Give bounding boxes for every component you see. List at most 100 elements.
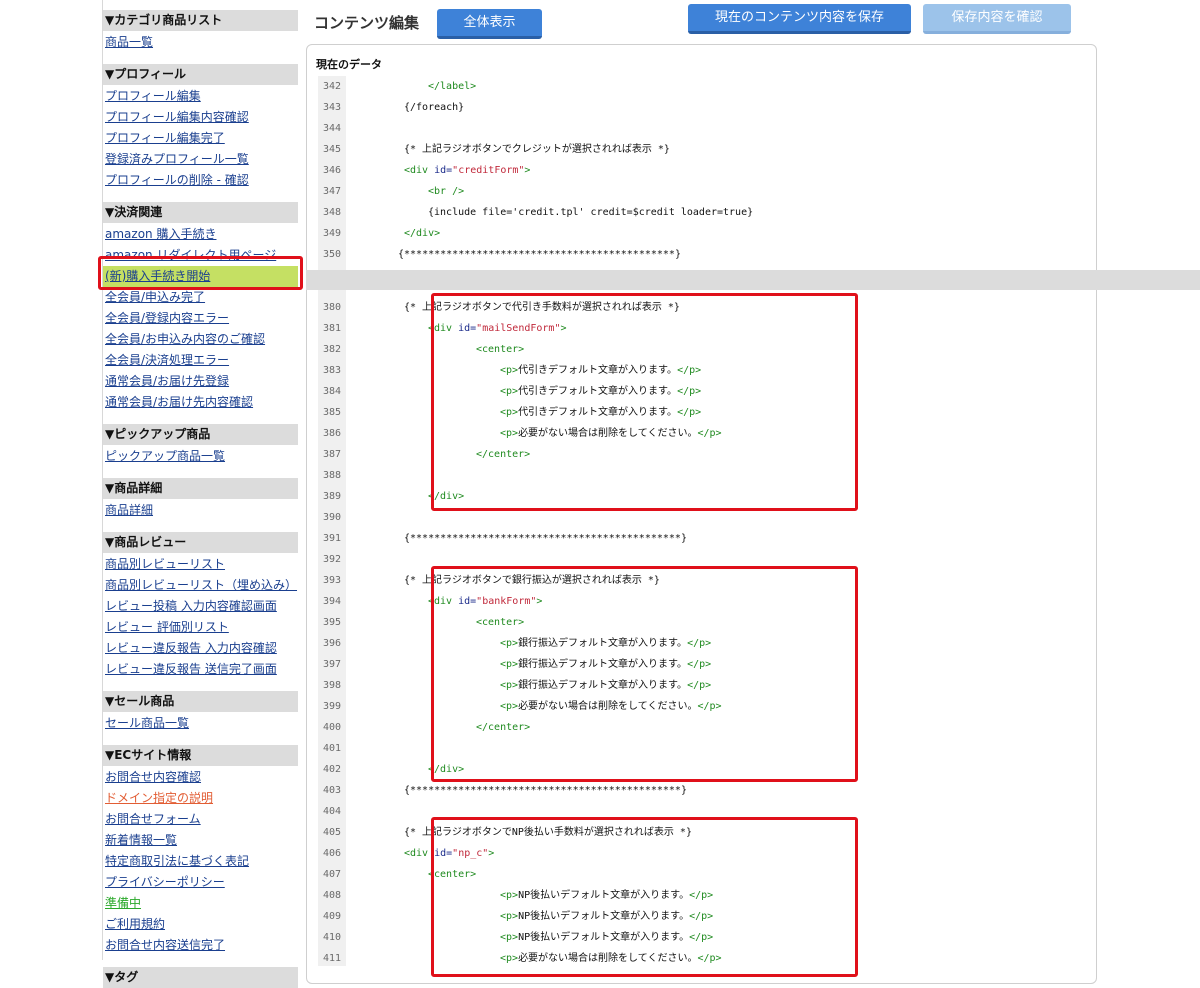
sidebar-link[interactable]: 商品詳細 (103, 500, 298, 521)
sidebar-link[interactable]: セール商品一覧 (103, 713, 298, 734)
code-line: 403 {************************************… (318, 780, 1090, 801)
code-token: {include file='credit.tpl' credit=$credi… (428, 207, 754, 218)
line-number: 385 (322, 407, 341, 418)
code-token: </div> (428, 491, 465, 502)
line-code: <p>銀行振込デフォルト文章が入ります。</p> (500, 633, 711, 654)
code-line: 386 <p>必要がない場合は削除をしてください。</p> (318, 423, 1090, 444)
sidebar-link[interactable]: レビュー違反報告 入力内容確認 (103, 638, 298, 659)
code-token: <center> (476, 344, 525, 355)
code-token: <p> (500, 932, 519, 943)
sidebar-link[interactable]: 商品一覧 (103, 32, 298, 53)
sidebar-link[interactable]: ご利用規約 (103, 914, 298, 935)
code-token: </center> (476, 449, 531, 460)
sidebar-link[interactable]: 準備中 (103, 893, 298, 914)
line-number: 394 (322, 596, 341, 607)
sidebar-link[interactable]: プロフィール編集 (103, 86, 298, 107)
sidebar-link[interactable]: (新)購入手続き開始 (103, 266, 298, 287)
code-line: 350 {************************************… (318, 244, 1090, 265)
sidebar-link[interactable]: ピックアップ商品一覧 (103, 446, 298, 467)
sidebar-link[interactable]: 商品別レビューリスト（埋め込み） (103, 575, 298, 596)
code-token: {* 上記ラジオボタンで銀行振込が選択されれば表示 *} (404, 575, 660, 586)
code-line: 384 <p>代引きデフォルト文章が入ります。</p> (318, 381, 1090, 402)
code-line: 382 <center> (318, 339, 1090, 360)
sidebar-link[interactable]: 通常会員/お届け先内容確認 (103, 392, 298, 413)
line-number: 398 (322, 680, 341, 691)
code-token: id= (434, 848, 453, 859)
confirm-saved-button[interactable]: 保存内容を確認 (923, 4, 1071, 34)
code-line: 411 <p>必要がない場合は削除をしてください。</p> (318, 948, 1090, 966)
sidebar-link[interactable]: 全会員/決済処理エラー (103, 350, 298, 371)
sidebar-link[interactable]: 全会員/登録内容エラー (103, 308, 298, 329)
sidebar-link[interactable]: 商品別レビューリスト (103, 554, 298, 575)
sidebar-link[interactable]: レビュー違反報告 送信完了画面 (103, 659, 298, 680)
line-number: 386 (322, 428, 341, 439)
sidebar-link[interactable]: プロフィール編集完了 (103, 128, 298, 149)
sidebar-link[interactable]: プロフィールの削除 - 確認 (103, 170, 298, 191)
code-token: {***************************************… (398, 249, 681, 260)
sidebar-link[interactable]: 通常会員/お届け先登録 (103, 371, 298, 392)
code-token: </label> (428, 81, 477, 92)
code-token: <p> (500, 911, 519, 922)
line-number: 396 (322, 638, 341, 649)
sidebar-link[interactable]: プロフィール編集内容確認 (103, 107, 298, 128)
sidebar-link[interactable]: お問合せ内容確認 (103, 767, 298, 788)
sidebar-link[interactable]: amazon 購入手続き (103, 224, 298, 245)
code-token: <p> (500, 365, 519, 376)
sidebar-section: ▼ECサイト情報 お問合せ内容確認 ドメイン指定の説明 お問合せフォーム 新着情報一覧特… (103, 745, 298, 956)
code-token: > (488, 848, 495, 859)
code-token: <p> (500, 659, 519, 670)
sidebar-link[interactable]: プライバシーポリシー (103, 872, 298, 893)
folded-lines-bar[interactable] (306, 270, 1200, 290)
code-line: 383 <p>代引きデフォルト文章が入ります。</p> (318, 360, 1090, 381)
sidebar-link[interactable]: 登録済みプロフィール一覧 (103, 149, 298, 170)
sidebar-section: ▼決済関連 amazon 購入手続き amazon リダイレクト用ページ (新)購入手… (103, 202, 298, 413)
code-line: 401 (318, 738, 1090, 759)
code-line: 406 <div id="np_c"> (318, 843, 1090, 864)
save-content-button[interactable]: 現在のコンテンツ内容を保存 (688, 4, 911, 34)
code-line: 408 <p>NP後払いデフォルト文章が入ります。</p> (318, 885, 1090, 906)
code-token: <div (404, 165, 435, 176)
sidebar: ▼カテゴリ商品リスト 商品一覧 ▼プロフィール プロフィール編集 プロフィール編集内容確… (102, 0, 298, 988)
sidebar-link[interactable]: amazon リダイレクト用ページ (103, 245, 298, 266)
code-line: 387 </center> (318, 444, 1090, 465)
code-line: 405 {* 上記ラジオボタンでNP後払い手数料が選択されれば表示 *} (318, 822, 1090, 843)
code-token: <p> (500, 701, 519, 712)
line-code: <div id="np_c"> (404, 843, 494, 864)
sidebar-link[interactable]: 全会員/お申込み内容のご確認 (103, 329, 298, 350)
code-token: id= (458, 596, 477, 607)
code-line: 396 <p>銀行振込デフォルト文章が入ります。</p> (318, 633, 1090, 654)
line-code: {***************************************… (404, 528, 687, 549)
line-number: 346 (322, 165, 341, 176)
line-code: <p>必要がない場合は削除をしてください。</p> (500, 948, 722, 966)
sidebar-link[interactable]: 全会員/申込み完了 (103, 287, 298, 308)
sidebar-link[interactable]: レビュー 評価別リスト (103, 617, 298, 638)
code-token: "mailSendForm" (476, 323, 561, 334)
line-code: <p>NP後払いデフォルト文章が入ります。</p> (500, 885, 713, 906)
line-number: 344 (322, 123, 341, 134)
line-code: <p>必要がない場合は削除をしてください。</p> (500, 696, 722, 717)
line-number: 384 (322, 386, 341, 397)
code-token: <div (428, 596, 459, 607)
sidebar-link[interactable]: 特定商取引法に基づく表記 (103, 851, 298, 872)
show-all-button[interactable]: 全体表示 (437, 9, 542, 39)
code-line: 381 <div id="mailSendForm"> (318, 318, 1090, 339)
sidebar-section-title: ▼セール商品 (103, 691, 298, 712)
code-token: > (524, 165, 531, 176)
line-code: <p>銀行振込デフォルト文章が入ります。</p> (500, 654, 711, 675)
code-token: <p> (500, 890, 519, 901)
sidebar-link[interactable]: お問合せ内容送信完了 (103, 935, 298, 956)
code-token: > (536, 596, 543, 607)
sidebar-link[interactable]: ドメイン指定の説明 (103, 788, 298, 809)
code-editor[interactable]: 342 </label> 343 {/foreach} 344 345 {* 上記ラジオボタ… (318, 76, 1090, 966)
sidebar-link[interactable]: 新着情報一覧 (103, 830, 298, 851)
code-token: </p> (677, 407, 702, 418)
code-line: 404 (318, 801, 1090, 822)
sidebar-link[interactable]: レビュー投稿 入力内容確認画面 (103, 596, 298, 617)
code-token: NP後払いデフォルト文章が入ります。 (518, 911, 690, 922)
sidebar-section-title: ▼決済関連 (103, 202, 298, 223)
line-number: 408 (322, 890, 341, 901)
sidebar-link[interactable]: お問合せフォーム (103, 809, 298, 830)
line-number: 391 (322, 533, 341, 544)
line-code: <p>必要がない場合は削除をしてください。</p> (500, 423, 722, 444)
line-code: <div id="creditForm"> (404, 160, 530, 181)
